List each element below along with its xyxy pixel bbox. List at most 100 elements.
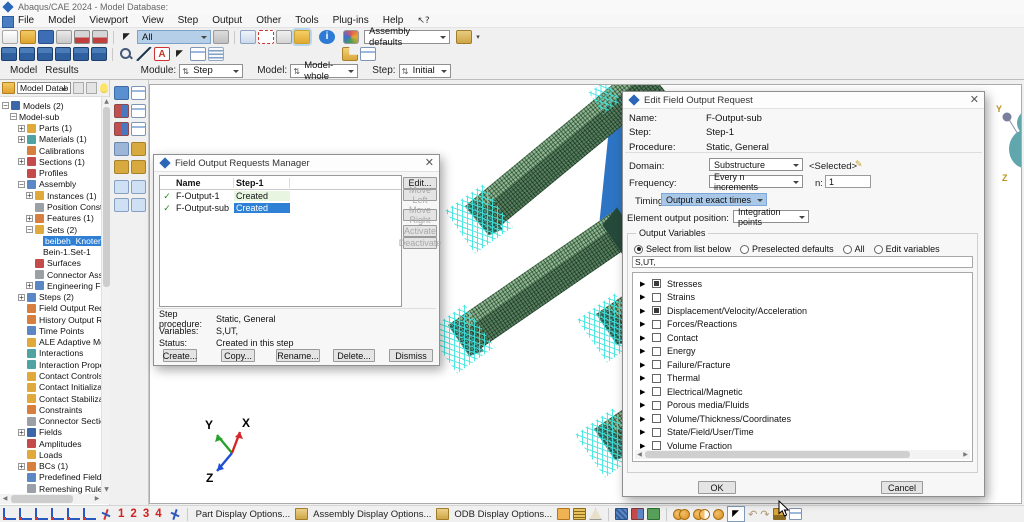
variable-row[interactable]: Porous media/Fluids [633, 399, 972, 413]
tree-item[interactable]: Contact Initializations [0, 382, 101, 393]
variable-checkbox[interactable] [652, 441, 661, 450]
menu-item[interactable]: Model [48, 15, 75, 26]
view-custom-icon[interactable] [168, 508, 181, 521]
dismiss-button[interactable]: Dismiss [389, 349, 433, 362]
tree-item[interactable]: Position Constrain [0, 201, 101, 212]
tree-item[interactable]: BCs (1) [0, 461, 101, 472]
part-tool-icon[interactable] [114, 160, 129, 174]
tree-item[interactable]: beibeh_Knoten [0, 235, 101, 246]
tree-expander-icon[interactable] [26, 226, 33, 233]
viewport-maximize-icon[interactable] [73, 47, 89, 61]
tree-expander-icon[interactable] [18, 463, 25, 470]
attach-file-icon[interactable] [74, 30, 90, 44]
scroll-left-icon[interactable]: ◀ [635, 450, 644, 459]
annotation-list-icon[interactable] [208, 47, 224, 61]
rename-button[interactable]: Rename... [276, 349, 320, 362]
module-combo[interactable]: Step [179, 64, 243, 78]
expand-arrow-icon[interactable] [640, 293, 652, 301]
step-combo[interactable]: Initial [399, 64, 451, 78]
expand-arrow-icon[interactable] [640, 347, 652, 355]
scrollbar-thumb[interactable] [645, 451, 910, 458]
view-compass[interactable]: Y Z [995, 101, 1022, 185]
output-variables-list[interactable]: Stresses Strains Displacement/Velocity [632, 272, 973, 462]
tree-item[interactable]: Bein-1.Set-1 [0, 246, 101, 257]
tree-item[interactable]: Sections (1) [0, 156, 101, 167]
expand-arrow-icon[interactable] [640, 374, 652, 382]
expand-arrow-icon[interactable] [640, 442, 652, 450]
variable-checkbox[interactable] [652, 414, 661, 423]
tree-expander-icon[interactable] [18, 181, 25, 188]
radio-icon[interactable] [874, 245, 883, 254]
manager-side-button[interactable]: Deactivate [403, 237, 437, 249]
tree-expander-icon[interactable] [18, 294, 25, 301]
table-row[interactable]: F-Output-1 Created [160, 190, 401, 202]
tree-item[interactable]: Features (1) [0, 213, 101, 224]
radio-icon[interactable] [740, 245, 749, 254]
ok-button[interactable]: OK [698, 481, 736, 494]
viewport-layout-3-icon[interactable] [37, 47, 53, 61]
edit-selection-pencil-icon[interactable]: ✎ [855, 160, 863, 170]
tree-item[interactable]: Predefined Fields [0, 472, 101, 483]
menu-item[interactable]: Step [178, 15, 199, 26]
mesh-display-icon[interactable] [573, 508, 586, 520]
expand-arrow-icon[interactable] [640, 361, 652, 369]
tree-expander-icon[interactable] [10, 113, 17, 120]
tree-item[interactable]: Connector Sections [0, 415, 101, 426]
ale-adaptive-mesh-icon[interactable] [114, 142, 129, 156]
variable-checkbox[interactable] [652, 347, 661, 356]
viewport-cascade-icon[interactable] [91, 47, 107, 61]
variable-checkbox[interactable] [652, 387, 661, 396]
delete-button[interactable]: Delete... [333, 349, 375, 362]
request-name-cell[interactable]: F-Output-sub [174, 203, 234, 213]
tree-item[interactable]: Instances (1) [0, 190, 101, 201]
tree-expander-icon[interactable] [18, 136, 25, 143]
open-icon[interactable] [20, 30, 36, 44]
tree-item[interactable]: Connector Assignm [0, 269, 101, 280]
radio-option[interactable]: Edit variables [874, 244, 940, 254]
edit-attributes-icon[interactable] [131, 142, 146, 156]
tree-vertical-scrollbar[interactable]: ▲ ▼ [101, 97, 110, 494]
variable-checkbox[interactable] [652, 401, 661, 410]
tree-item[interactable]: Loads [0, 449, 101, 460]
axes-tool-2-icon[interactable] [114, 198, 129, 212]
csys-manager-icon[interactable] [360, 47, 376, 61]
radio-option[interactable]: All [843, 244, 865, 254]
view-preset-number[interactable]: 3 [143, 508, 149, 520]
print-icon[interactable] [56, 30, 72, 44]
redblue-cube-icon[interactable] [631, 508, 644, 520]
view-iso-icon[interactable] [99, 508, 112, 521]
wireframe-cube-icon[interactable] [557, 508, 570, 520]
tree-expander-icon[interactable] [18, 429, 25, 436]
tree-horizontal-scrollbar[interactable]: ◀ ▶ [0, 494, 110, 504]
cancel-button[interactable]: Cancel [881, 481, 923, 494]
expand-arrow-icon[interactable] [640, 388, 652, 396]
draw-line-icon[interactable] [136, 47, 152, 61]
element-output-position-combo[interactable]: Integration points [733, 210, 809, 223]
tree-expander-icon[interactable] [26, 215, 33, 222]
tree-item[interactable]: Materials (1) [0, 134, 101, 145]
save-display-icon[interactable] [213, 30, 229, 44]
edit-annotation-cursor-icon[interactable] [172, 47, 188, 61]
request-status-cell[interactable]: Created [234, 203, 290, 213]
tab-results[interactable]: Results [41, 64, 82, 77]
variables-expression-field[interactable]: S,UT, [632, 256, 973, 268]
request-name-cell[interactable]: F-Output-1 [174, 191, 234, 201]
intersect-display-group-icon[interactable] [693, 509, 710, 520]
variable-checkbox[interactable] [652, 333, 661, 342]
expand-arrow-icon[interactable] [640, 415, 652, 423]
redo-icon[interactable]: ↷ [760, 508, 769, 521]
remove-display-group-icon[interactable] [713, 509, 724, 520]
tree-item[interactable]: Calibrations [0, 145, 101, 156]
tree-item[interactable]: Model-sub [0, 111, 101, 122]
menu-item[interactable]: Viewport [89, 15, 128, 26]
tree-item[interactable]: Interactions [0, 348, 101, 359]
render-beam-profiles-icon[interactable] [294, 30, 310, 44]
dialog-title-bar[interactable]: Edit Field Output Request ✕ [623, 92, 984, 109]
scrollbar-thumb[interactable] [103, 107, 110, 287]
view-preset-number[interactable]: 4 [155, 508, 161, 520]
query-info-icon[interactable] [319, 30, 335, 44]
variable-checkbox[interactable] [652, 428, 661, 437]
color-code-palette-icon[interactable] [343, 30, 359, 44]
datum-csys-icon[interactable] [342, 47, 358, 61]
tree-filter-icon[interactable] [86, 82, 97, 94]
